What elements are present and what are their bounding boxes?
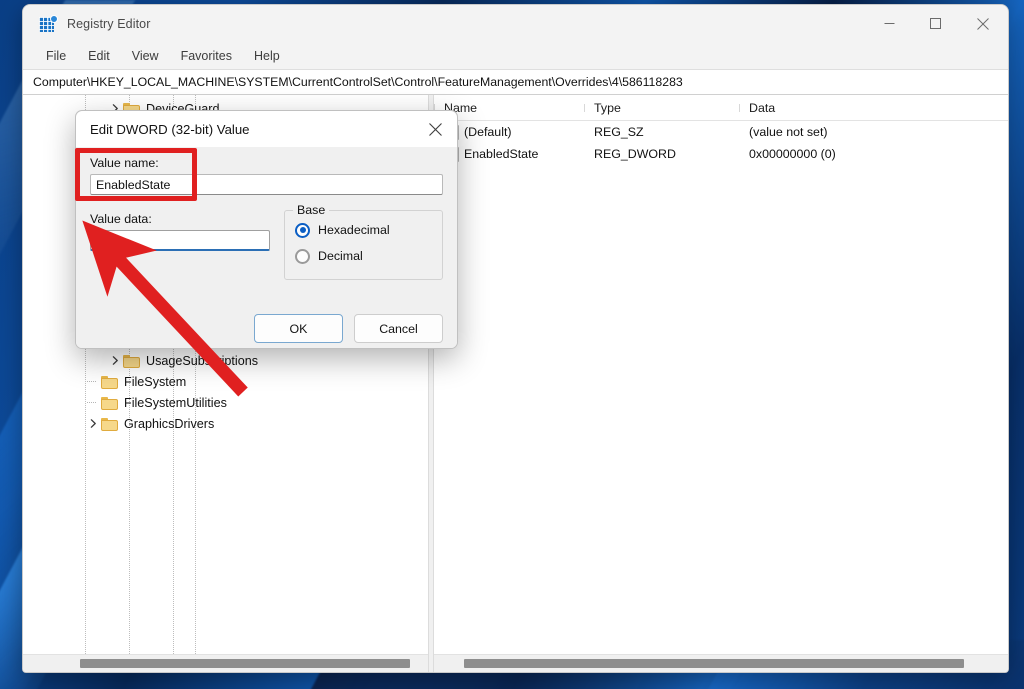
edit-dword-dialog: Edit DWORD (32-bit) Value Value name: En… [75, 110, 458, 349]
tree-node[interactable]: GraphicsDrivers [23, 413, 428, 434]
value-data-input[interactable]: 0 [90, 230, 270, 251]
values-horizontal-scrollbar[interactable] [434, 654, 1008, 672]
value-name-label: Value name: [90, 156, 159, 170]
folder-icon [101, 417, 118, 431]
minimize-button[interactable] [866, 5, 912, 42]
column-header-data[interactable]: Data [739, 101, 1008, 115]
values-list[interactable]: ab(Default)REG_SZ(value not set)011Enabl… [434, 121, 1008, 654]
value-data-text: 0 [96, 233, 105, 247]
base-option-hexadecimal-label: Hexadecimal [318, 223, 390, 237]
registry-values-pane: NameTypeData ab(Default)REG_SZ(value not… [434, 95, 1008, 672]
value-name-text: EnabledState [464, 147, 539, 161]
radio-decimal-icon[interactable] [295, 248, 310, 264]
dialog-buttons: OK Cancel [254, 314, 443, 343]
window-controls [866, 5, 1008, 42]
chevron-right-icon[interactable] [107, 353, 123, 369]
tree-node-label: GraphicsDrivers [124, 416, 215, 431]
menu-view[interactable]: View [122, 47, 169, 65]
value-row[interactable]: ab(Default)REG_SZ(value not set) [434, 121, 1008, 143]
dialog-close-button[interactable] [413, 111, 457, 147]
cancel-button[interactable]: Cancel [354, 314, 443, 343]
scrollbar-thumb[interactable] [80, 659, 410, 668]
folder-icon [101, 375, 118, 389]
value-name-field[interactable]: EnabledState [90, 174, 443, 195]
base-legend: Base [293, 203, 330, 217]
registry-icon [39, 14, 58, 33]
maximize-button[interactable] [912, 5, 958, 42]
value-type-cell: REG_DWORD [594, 147, 676, 161]
values-column-headers: Name Type Data [434, 95, 1008, 121]
base-option-decimal-label: Decimal [318, 249, 363, 263]
folder-icon [101, 396, 118, 410]
tree-node[interactable]: FileSystem [23, 371, 428, 392]
tree-connector [87, 381, 96, 382]
ok-button[interactable]: OK [254, 314, 343, 343]
menu-help[interactable]: Help [244, 47, 290, 65]
tree-node-label: FileSystemUtilities [124, 395, 227, 410]
window-title: Registry Editor [67, 16, 151, 31]
column-header-type[interactable]: Type [584, 101, 739, 115]
menu-favorites[interactable]: Favorites [171, 47, 242, 65]
value-data-cell: (value not set) [749, 125, 828, 139]
tree-node-label: FileSystem [124, 374, 187, 389]
value-data-column: Value data: 0 [90, 203, 270, 280]
title-bar[interactable]: Registry Editor [23, 5, 1008, 42]
base-option-hexadecimal[interactable]: Hexadecimal [295, 217, 432, 243]
tree-horizontal-scrollbar[interactable] [23, 654, 428, 672]
dialog-title: Edit DWORD (32-bit) Value [90, 121, 250, 137]
menu-file[interactable]: File [36, 47, 76, 65]
value-name-text: (Default) [464, 125, 512, 139]
menu-bar: File Edit View Favorites Help [23, 42, 1008, 69]
tree-connector [87, 402, 96, 403]
tree-node[interactable]: FileSystemUtilities [23, 392, 428, 413]
value-type-cell: REG_SZ [594, 125, 644, 139]
folder-icon [123, 354, 140, 368]
scrollbar-thumb[interactable] [464, 659, 964, 668]
tree-node-label: UsageSubscriptions [146, 353, 259, 368]
chevron-right-icon[interactable] [85, 416, 101, 432]
close-button[interactable] [958, 5, 1008, 42]
address-bar[interactable]: Computer\HKEY_LOCAL_MACHINE\SYSTEM\Curre… [23, 69, 1008, 95]
tree-node[interactable]: UsageSubscriptions [23, 350, 428, 371]
radio-hexadecimal-icon[interactable] [295, 222, 310, 238]
base-option-decimal[interactable]: Decimal [295, 243, 432, 269]
dialog-body: Value name: EnabledState Value data: 0 B… [76, 156, 457, 348]
base-radio-group: Base Hexadecimal Decimal [284, 203, 443, 280]
value-row[interactable]: 011EnabledStateREG_DWORD0x00000000 (0) [434, 143, 1008, 165]
value-data-label: Value data: [90, 212, 152, 226]
dialog-middle-row: Value data: 0 Base Hexadecimal Decimal [90, 203, 443, 280]
dialog-title-bar[interactable]: Edit DWORD (32-bit) Value [76, 111, 457, 147]
value-data-cell: 0x00000000 (0) [749, 147, 836, 161]
menu-edit[interactable]: Edit [78, 47, 120, 65]
